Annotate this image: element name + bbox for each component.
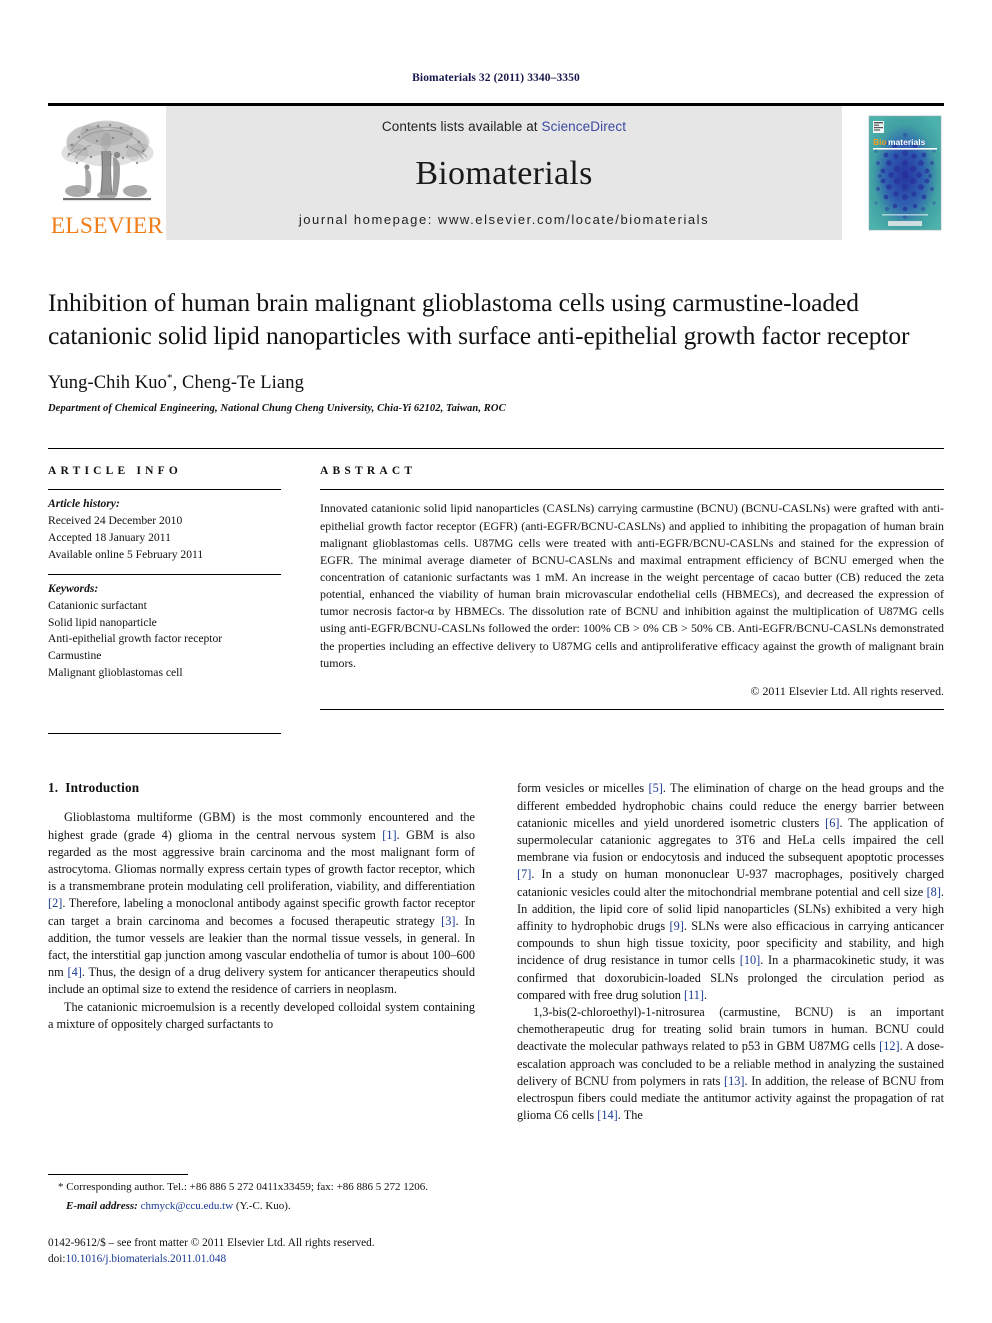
- citation-ref[interactable]: [5]: [649, 781, 663, 795]
- citation-ref[interactable]: [10]: [740, 953, 761, 967]
- footnote-zone: * Corresponding author. Tel.: +86 886 5 …: [48, 1174, 464, 1267]
- doi-link[interactable]: 10.1016/j.biomaterials.2011.01.048: [66, 1253, 227, 1265]
- svg-text:materials: materials: [888, 137, 926, 147]
- corresponding-author-note: * Corresponding author. Tel.: +86 886 5 …: [58, 1181, 429, 1194]
- elsevier-wordmark: ELSEVIER: [50, 212, 164, 239]
- abstract-heading: ABSTRACT: [320, 465, 417, 478]
- citation-ref[interactable]: [1]: [382, 828, 396, 842]
- paragraph: Glioblastoma multiforme (GBM) is the mos…: [48, 810, 476, 997]
- journal-article-page: Biomaterials 32 (2011) 3340–3350 ELSEVIE…: [0, 0, 992, 1323]
- history-available: Available online 5 February 2011: [48, 547, 204, 561]
- citation-ref[interactable]: [9]: [670, 919, 684, 933]
- issn-copyright-block: 0142-9612/$ – see front matter © 2011 El…: [48, 1235, 464, 1267]
- journal-masthead: ELSEVIER Contents lists available at Sci…: [48, 103, 944, 240]
- keyword-item: Solid lipid nanoparticle: [48, 615, 157, 629]
- keyword-item: Carmustine: [48, 648, 102, 662]
- contents-prefix: Contents lists available at: [381, 119, 542, 134]
- article-history-label: Article history:: [48, 497, 120, 511]
- keyword-item: Malignant glioblastomas cell: [48, 665, 183, 679]
- svg-text:Bio: Bio: [873, 137, 887, 147]
- citation-ref[interactable]: [14]: [597, 1108, 618, 1122]
- section-number: 1.: [48, 780, 59, 796]
- journal-band: Contents lists available at ScienceDirec…: [166, 106, 842, 240]
- email-owner: (Y.-C. Kuo).: [235, 1199, 291, 1212]
- journal-cover-thumbnail[interactable]: Bio materials: [866, 113, 944, 233]
- page-title: Inhibition of human brain malignant glio…: [48, 288, 910, 351]
- citation-ref[interactable]: [6]: [825, 816, 839, 830]
- journal-homepage-link[interactable]: journal homepage: www.elsevier.com/locat…: [299, 212, 709, 227]
- journal-title: Biomaterials: [415, 155, 593, 192]
- info-divider-bottom: [48, 733, 281, 735]
- citation-ref[interactable]: [13]: [724, 1074, 745, 1088]
- author-primary: Yung-Chih Kuo: [48, 373, 167, 394]
- abstract-column: ABSTRACT Innovated catanionic solid lipi…: [303, 449, 944, 734]
- article-info-column: ARTICLE INFO Article history: Received 2…: [48, 449, 303, 735]
- citation-ref[interactable]: [12]: [879, 1039, 900, 1053]
- citation-ref[interactable]: [2]: [48, 896, 62, 910]
- keyword-item: Catanionic surfactant: [48, 598, 147, 612]
- citation-ref[interactable]: [8]: [927, 885, 941, 899]
- author-secondary: , Cheng-Te Liang: [172, 373, 304, 394]
- sciencedirect-link[interactable]: ScienceDirect: [542, 119, 627, 134]
- contents-available-line: Contents lists available at ScienceDirec…: [382, 119, 626, 134]
- title-block: Inhibition of human brain malignant glio…: [48, 286, 944, 414]
- history-accepted: Accepted 18 January 2011: [48, 530, 171, 544]
- body-column-left: 1. Introduction Glioblastoma multiforme (…: [48, 780, 475, 1124]
- citation-ref[interactable]: [3]: [441, 914, 455, 928]
- citation-ref[interactable]: [4]: [68, 965, 82, 979]
- paragraph: form vesicles or micelles [5]. The elimi…: [517, 781, 945, 1002]
- keywords-block: Keywords: Catanionic surfactant Solid li…: [48, 575, 281, 733]
- info-abstract-section: ARTICLE INFO Article history: Received 2…: [48, 448, 944, 735]
- abstract-divider-bottom: [320, 708, 944, 710]
- body-two-column-layout: 1. Introduction Glioblastoma multiforme (…: [48, 780, 944, 1124]
- email-link[interactable]: chmyck@ccu.edu.tw: [141, 1200, 234, 1212]
- issn-line: 0142-9612/$ – see front matter © 2011 El…: [48, 1236, 375, 1249]
- running-head: Biomaterials 32 (2011) 3340–3350: [412, 72, 580, 84]
- article-history-block: Article history: Received 24 December 20…: [48, 490, 281, 574]
- body-column-right: form vesicles or micelles [5]. The elimi…: [517, 780, 944, 1124]
- doi-line: doi:10.1016/j.biomaterials.2011.01.048: [48, 1251, 464, 1267]
- elsevier-logo: ELSEVIER: [48, 106, 166, 240]
- article-info-heading: ARTICLE INFO: [48, 465, 183, 478]
- keyword-item: Anti-epithelial growth factor receptor: [48, 632, 223, 646]
- author-affiliation: Department of Chemical Engineering, Nati…: [48, 403, 506, 415]
- abstract-text: Innovated catanionic solid lipid nanopar…: [320, 501, 944, 670]
- history-received: Received 24 December 2010: [48, 514, 183, 528]
- email-label: E-mail address:: [66, 1199, 138, 1212]
- paragraph: The catanionic microemulsion is a recent…: [48, 999, 475, 1031]
- email-note: E-mail address: chmyck@ccu.edu.tw (Y.-C.…: [48, 1199, 464, 1214]
- section-heading-introduction: 1. Introduction: [48, 780, 475, 796]
- paragraph: 1,3-bis(2-chloroethyl)-1-nitrosurea (car…: [517, 1004, 944, 1123]
- keywords-label: Keywords:: [48, 582, 99, 596]
- citation-ref[interactable]: [11]: [684, 988, 704, 1002]
- abstract-copyright: © 2011 Elsevier Ltd. All rights reserved…: [750, 683, 944, 698]
- author-list: Yung-Chih Kuo*, Cheng-Te Liang: [48, 372, 944, 394]
- doi-label: doi:: [48, 1252, 66, 1265]
- elsevier-tree-icon: [55, 111, 159, 215]
- footnote-divider: [48, 1174, 188, 1176]
- citation-ref[interactable]: [7]: [517, 867, 531, 881]
- section-title: Introduction: [65, 780, 140, 796]
